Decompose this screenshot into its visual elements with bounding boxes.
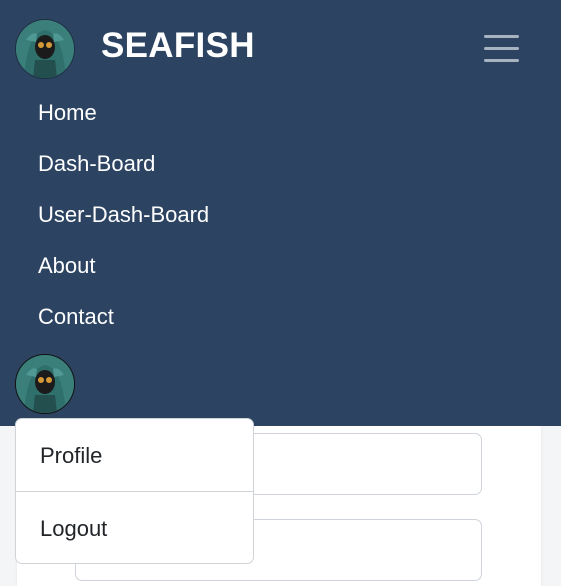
user-dropdown-menu: Profile Logout <box>15 418 254 564</box>
navbar: SEAFISH Home Dash-Board User-Dash-Board … <box>0 0 561 426</box>
dropdown-item-profile[interactable]: Profile <box>40 443 102 469</box>
nav-link-contact[interactable]: Contact <box>38 304 114 330</box>
nav-link-about[interactable]: About <box>38 253 96 279</box>
hamburger-menu-icon[interactable] <box>470 22 532 74</box>
nav-link-dashboard[interactable]: Dash-Board <box>38 151 155 177</box>
nav-link-home[interactable]: Home <box>38 100 97 126</box>
brand-logo-icon[interactable] <box>15 19 75 79</box>
brand-title[interactable]: SEAFISH <box>101 26 255 66</box>
dropdown-item-logout[interactable]: Logout <box>40 516 107 542</box>
dropdown-divider <box>16 491 253 492</box>
user-avatar-icon[interactable] <box>15 354 75 414</box>
nav-link-user-dashboard[interactable]: User-Dash-Board <box>38 202 209 228</box>
